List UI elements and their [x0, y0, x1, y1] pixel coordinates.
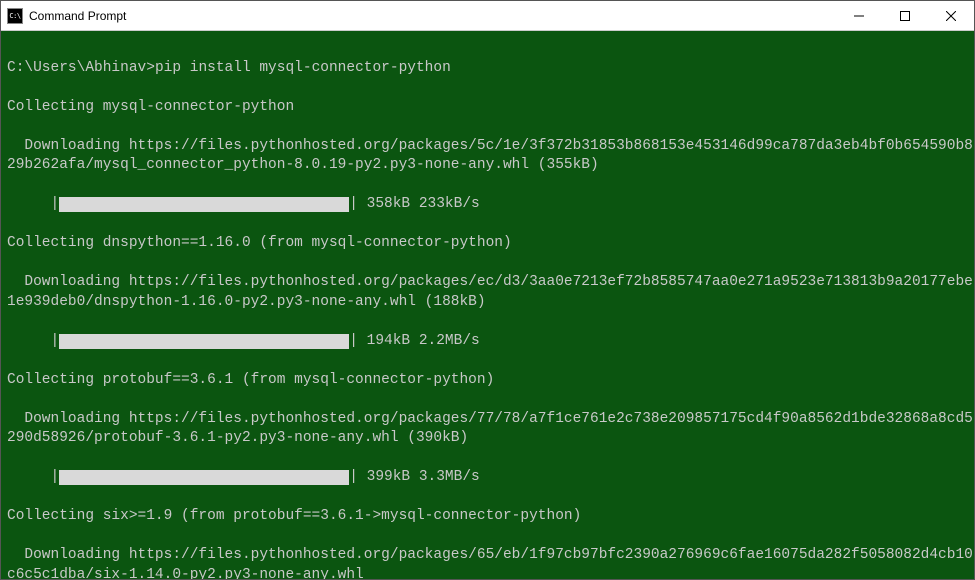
- window-title: Command Prompt: [29, 9, 836, 23]
- terminal-line: Collecting six>=1.9 (from protobuf==3.6.…: [7, 507, 974, 527]
- progress-suffix: | 358kB 233kB/s: [349, 195, 480, 215]
- terminal-line: Downloading https://files.pythonhosted.o…: [7, 273, 974, 312]
- progress-suffix: | 399kB 3.3MB/s: [349, 468, 480, 488]
- progress-prefix: |: [7, 195, 59, 215]
- progress-bar: [59, 197, 349, 212]
- command-text: pip install mysql-connector-python: [155, 60, 451, 76]
- window-controls: [836, 1, 974, 30]
- close-button[interactable]: [928, 1, 974, 30]
- terminal-line: Downloading https://files.pythonhosted.o…: [7, 137, 974, 176]
- maximize-icon: [900, 11, 910, 21]
- progress-prefix: |: [7, 468, 59, 488]
- progress-bar: [59, 470, 349, 485]
- progress-line: | | 358kB 233kB/s: [7, 195, 974, 215]
- terminal-line: Collecting dnspython==1.16.0 (from mysql…: [7, 234, 974, 254]
- terminal-line: Collecting protobuf==3.6.1 (from mysql-c…: [7, 371, 974, 391]
- minimize-button[interactable]: [836, 1, 882, 30]
- terminal-line: Collecting mysql-connector-python: [7, 98, 974, 118]
- progress-bar: [59, 334, 349, 349]
- terminal-line: Downloading https://files.pythonhosted.o…: [7, 410, 974, 449]
- cmd-icon: C:\: [7, 8, 23, 24]
- progress-suffix: | 194kB 2.2MB/s: [349, 332, 480, 352]
- progress-line: | | 194kB 2.2MB/s: [7, 332, 974, 352]
- window-frame: C:\ Command Prompt C:\Users\Abhinav>pip …: [0, 0, 975, 580]
- close-icon: [946, 11, 956, 21]
- progress-line: | | 399kB 3.3MB/s: [7, 468, 974, 488]
- terminal-line: Downloading https://files.pythonhosted.o…: [7, 546, 974, 579]
- minimize-icon: [854, 11, 864, 21]
- terminal-line: C:\Users\Abhinav>pip install mysql-conne…: [7, 59, 974, 79]
- progress-prefix: |: [7, 332, 59, 352]
- terminal-body[interactable]: C:\Users\Abhinav>pip install mysql-conne…: [1, 31, 974, 579]
- titlebar[interactable]: C:\ Command Prompt: [1, 1, 974, 31]
- maximize-button[interactable]: [882, 1, 928, 30]
- prompt-path: C:\Users\Abhinav>: [7, 60, 155, 76]
